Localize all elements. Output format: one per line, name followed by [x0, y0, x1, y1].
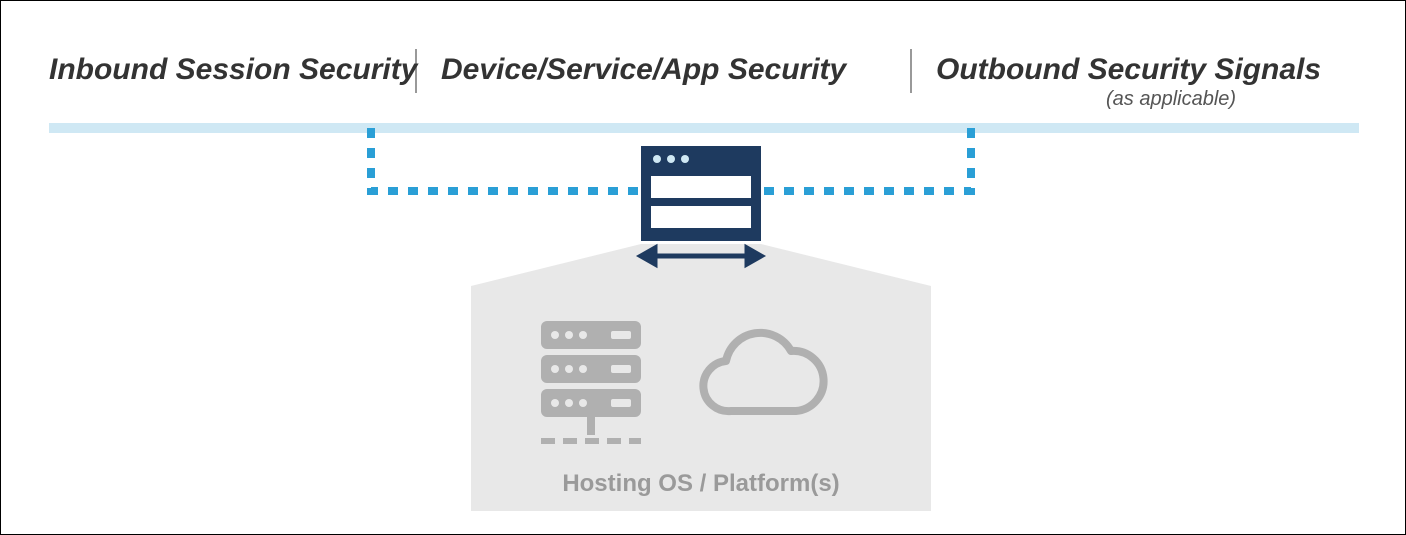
hosting-label: Hosting OS / Platform(s)	[562, 470, 839, 497]
header-left: Inbound Session Security	[49, 53, 419, 86]
app-window-icon	[641, 146, 761, 241]
diagram-svg: Inbound Session Security Device/Service/…	[1, 1, 1405, 534]
header-center: Device/Service/App Security	[441, 53, 848, 86]
header-right-sub: (as applicable)	[1106, 88, 1236, 110]
dotted-left	[371, 128, 641, 191]
horizontal-bar	[49, 123, 1359, 133]
header-right: Outbound Security Signals	[936, 53, 1321, 86]
dotted-right	[761, 128, 971, 191]
diagram-frame: Inbound Session Security Device/Service/…	[0, 0, 1406, 535]
